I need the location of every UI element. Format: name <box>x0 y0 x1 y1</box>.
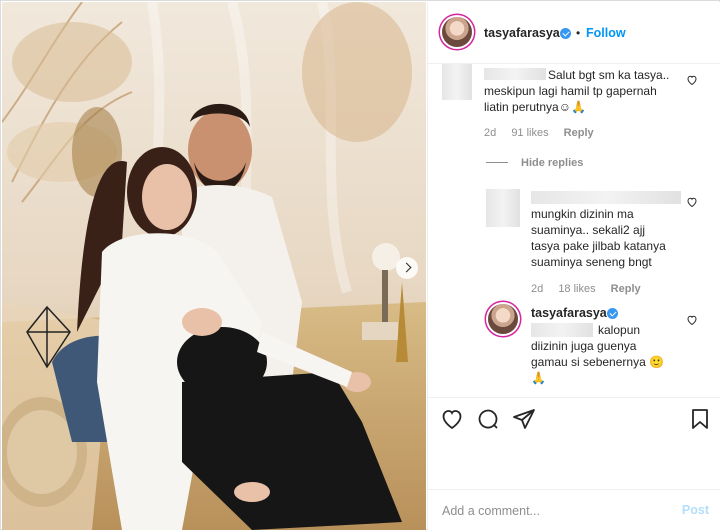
next-photo-button[interactable] <box>396 257 418 279</box>
paper-plane-icon[interactable] <box>512 407 536 431</box>
blurred-username <box>531 191 681 204</box>
heart-icon[interactable] <box>440 407 464 431</box>
reply-like-heart-icon[interactable] <box>686 314 698 326</box>
add-comment-bar: Post <box>428 489 720 530</box>
action-bar <box>428 397 720 437</box>
post-side-panel: tasyafarasya • Follow Salut bgt sm ka ta… <box>427 2 720 530</box>
post-header: tasyafarasya • Follow <box>428 2 720 64</box>
hide-replies-line <box>486 162 508 163</box>
verified-badge-icon <box>607 308 618 319</box>
comment-likes[interactable]: 91 likes <box>511 127 548 139</box>
verified-badge-icon <box>560 28 571 39</box>
comment-meta: 2d 91 likes Reply <box>484 127 606 139</box>
reply-likes[interactable]: 18 likes <box>558 283 595 295</box>
separator-dot: • <box>576 26 581 40</box>
blurred-mention <box>531 323 593 337</box>
post-photo[interactable] <box>2 2 426 530</box>
reply-age: 2d <box>531 283 544 295</box>
reply-text: mungkin dizinin ma suaminya.. sekali2 aj… <box>531 207 666 269</box>
reply-button[interactable]: Reply <box>611 283 641 295</box>
couple-photo-illustration <box>2 2 426 530</box>
avatar[interactable] <box>442 17 472 47</box>
reply-button[interactable]: Reply <box>564 127 594 139</box>
comment-age: 2d <box>484 127 497 139</box>
comments-list[interactable]: Salut bgt sm ka tasya.. meskipun lagi ha… <box>428 64 720 397</box>
reply-like-heart-icon[interactable] <box>686 196 698 208</box>
avatar[interactable] <box>488 304 518 334</box>
reply-username[interactable]: tasyafarasya <box>531 306 607 320</box>
follow-button[interactable]: Follow <box>586 26 626 40</box>
post-comment-button[interactable]: Post <box>682 503 709 517</box>
reply-text-rest: diizinin juga guenya gamau si sebenernya… <box>531 339 665 385</box>
blurred-avatar <box>486 189 520 227</box>
comment-text: Salut bgt sm ka tasya.. meskipun lagi ha… <box>484 68 670 114</box>
reply-text-line1: kalopun <box>598 323 641 337</box>
bookmark-icon[interactable] <box>688 407 712 431</box>
blurred-avatar <box>442 64 472 100</box>
reply-meta: 2d 18 likes Reply <box>531 283 653 295</box>
comment-input[interactable] <box>442 502 662 520</box>
post-username[interactable]: tasyafarasya <box>484 26 560 40</box>
hide-replies-button[interactable]: Hide replies <box>521 157 583 169</box>
comment-icon[interactable] <box>476 407 500 431</box>
comment-like-heart-icon[interactable] <box>686 74 698 86</box>
instagram-post-frame: tasyafarasya • Follow Salut bgt sm ka ta… <box>0 0 720 530</box>
